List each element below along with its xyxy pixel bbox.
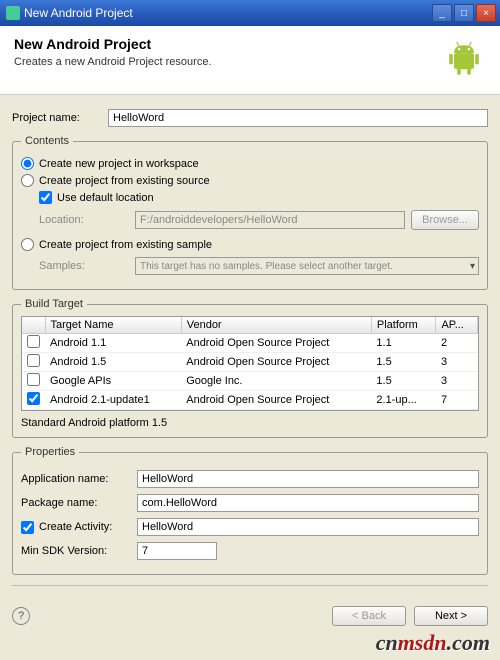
browse-button: Browse...	[411, 210, 479, 230]
cell-platform: 1.5	[371, 372, 436, 391]
samples-row: Samples: This target has no samples. Ple…	[39, 257, 479, 275]
app-icon	[6, 6, 20, 20]
dialog-header: New Android Project Creates a new Androi…	[0, 26, 500, 95]
pkg-name-input[interactable]	[137, 494, 479, 512]
window-titlebar: New Android Project _ □ ×	[0, 0, 500, 26]
samples-dropdown: This target has no samples. Please selec…	[135, 257, 479, 275]
project-name-label: Project name:	[12, 112, 102, 124]
back-button: < Back	[332, 606, 406, 626]
project-name-input[interactable]	[108, 109, 488, 127]
col-api[interactable]: AP...	[436, 317, 478, 334]
cell-api: 3	[436, 372, 478, 391]
cell-name: Android 1.5	[45, 353, 181, 372]
target-check[interactable]	[27, 354, 40, 367]
min-sdk-input[interactable]	[137, 542, 217, 560]
table-row[interactable]: Android 1.1Android Open Source Project1.…	[22, 334, 478, 353]
cell-vendor: Android Open Source Project	[181, 391, 371, 410]
window-title: New Android Project	[24, 6, 432, 20]
help-button[interactable]: ?	[12, 607, 30, 625]
watermark: cnmsdn.com	[376, 630, 490, 656]
contents-fieldset: Contents Create new project in workspace…	[12, 135, 488, 290]
radio-create-new[interactable]: Create new project in workspace	[21, 157, 479, 170]
cell-vendor: Android Open Source Project	[181, 353, 371, 372]
next-button[interactable]: Next >	[414, 606, 488, 626]
cell-platform: 1.1	[371, 334, 436, 353]
page-title: New Android Project	[14, 36, 442, 52]
radio-from-source-input[interactable]	[21, 174, 34, 187]
samples-label: Samples:	[39, 260, 129, 272]
platform-note: Standard Android platform 1.5	[21, 417, 479, 429]
location-label: Location:	[39, 214, 129, 226]
page-subtitle: Creates a new Android Project resource.	[14, 56, 442, 68]
separator	[12, 585, 488, 586]
app-name-input[interactable]	[137, 470, 479, 488]
radio-from-sample[interactable]: Create project from existing sample	[21, 238, 479, 251]
cell-api: 2	[436, 334, 478, 353]
properties-legend: Properties	[21, 446, 79, 458]
table-row[interactable]: Android 1.5Android Open Source Project1.…	[22, 353, 478, 372]
activity-name-input[interactable]	[137, 518, 479, 536]
cell-name: Google APIs	[45, 372, 181, 391]
cell-name: Android 1.1	[45, 334, 181, 353]
table-row[interactable]: Google APIsGoogle Inc.1.53	[22, 372, 478, 391]
cell-platform: 2.1-up...	[371, 391, 436, 410]
app-name-row: Application name:	[21, 470, 479, 488]
col-platform[interactable]: Platform	[371, 317, 436, 334]
col-vendor[interactable]: Vendor	[181, 317, 371, 334]
cell-api: 3	[436, 353, 478, 372]
window-controls: _ □ ×	[432, 4, 496, 22]
maximize-button[interactable]: □	[454, 4, 474, 22]
cell-api: 7	[436, 391, 478, 410]
android-icon	[442, 36, 486, 80]
minimize-button[interactable]: _	[432, 4, 452, 22]
radio-from-source-label: Create project from existing source	[39, 175, 210, 187]
pkg-name-row: Package name:	[21, 494, 479, 512]
project-name-row: Project name:	[12, 109, 488, 127]
min-sdk-row: Min SDK Version:	[21, 542, 479, 560]
target-check[interactable]	[27, 392, 40, 405]
target-check[interactable]	[27, 373, 40, 386]
close-button[interactable]: ×	[476, 4, 496, 22]
contents-legend: Contents	[21, 135, 73, 147]
radio-create-new-input[interactable]	[21, 157, 34, 170]
properties-fieldset: Properties Application name: Package nam…	[12, 446, 488, 575]
cell-platform: 1.5	[371, 353, 436, 372]
location-row: Location: Browse...	[39, 210, 479, 230]
wizard-footer: ? < Back Next >	[0, 600, 500, 632]
target-table[interactable]: Target Name Vendor Platform AP... Androi…	[21, 316, 479, 411]
create-activity-check[interactable]	[21, 521, 34, 534]
radio-from-source[interactable]: Create project from existing source	[21, 174, 479, 187]
create-activity-label: Create Activity:	[39, 521, 112, 533]
col-target-name[interactable]: Target Name	[45, 317, 181, 334]
min-sdk-label: Min SDK Version:	[21, 545, 131, 557]
location-input	[135, 211, 405, 229]
radio-from-sample-input[interactable]	[21, 238, 34, 251]
check-default-location[interactable]: Use default location	[39, 191, 479, 204]
table-row[interactable]: Android 2.1-update1Android Open Source P…	[22, 391, 478, 410]
radio-create-new-label: Create new project in workspace	[39, 158, 199, 170]
app-name-label: Application name:	[21, 473, 131, 485]
check-default-location-input[interactable]	[39, 191, 52, 204]
build-target-fieldset: Build Target Target Name Vendor Platform…	[12, 298, 488, 438]
radio-from-sample-label: Create project from existing sample	[39, 239, 212, 251]
cell-name: Android 2.1-update1	[45, 391, 181, 410]
target-check[interactable]	[27, 335, 40, 348]
build-target-legend: Build Target	[21, 298, 87, 310]
pkg-name-label: Package name:	[21, 497, 131, 509]
check-default-location-label: Use default location	[57, 192, 154, 204]
table-header-row: Target Name Vendor Platform AP...	[22, 317, 478, 334]
cell-vendor: Google Inc.	[181, 372, 371, 391]
samples-placeholder: This target has no samples. Please selec…	[140, 261, 393, 272]
activity-row: Create Activity:	[21, 518, 479, 536]
cell-vendor: Android Open Source Project	[181, 334, 371, 353]
